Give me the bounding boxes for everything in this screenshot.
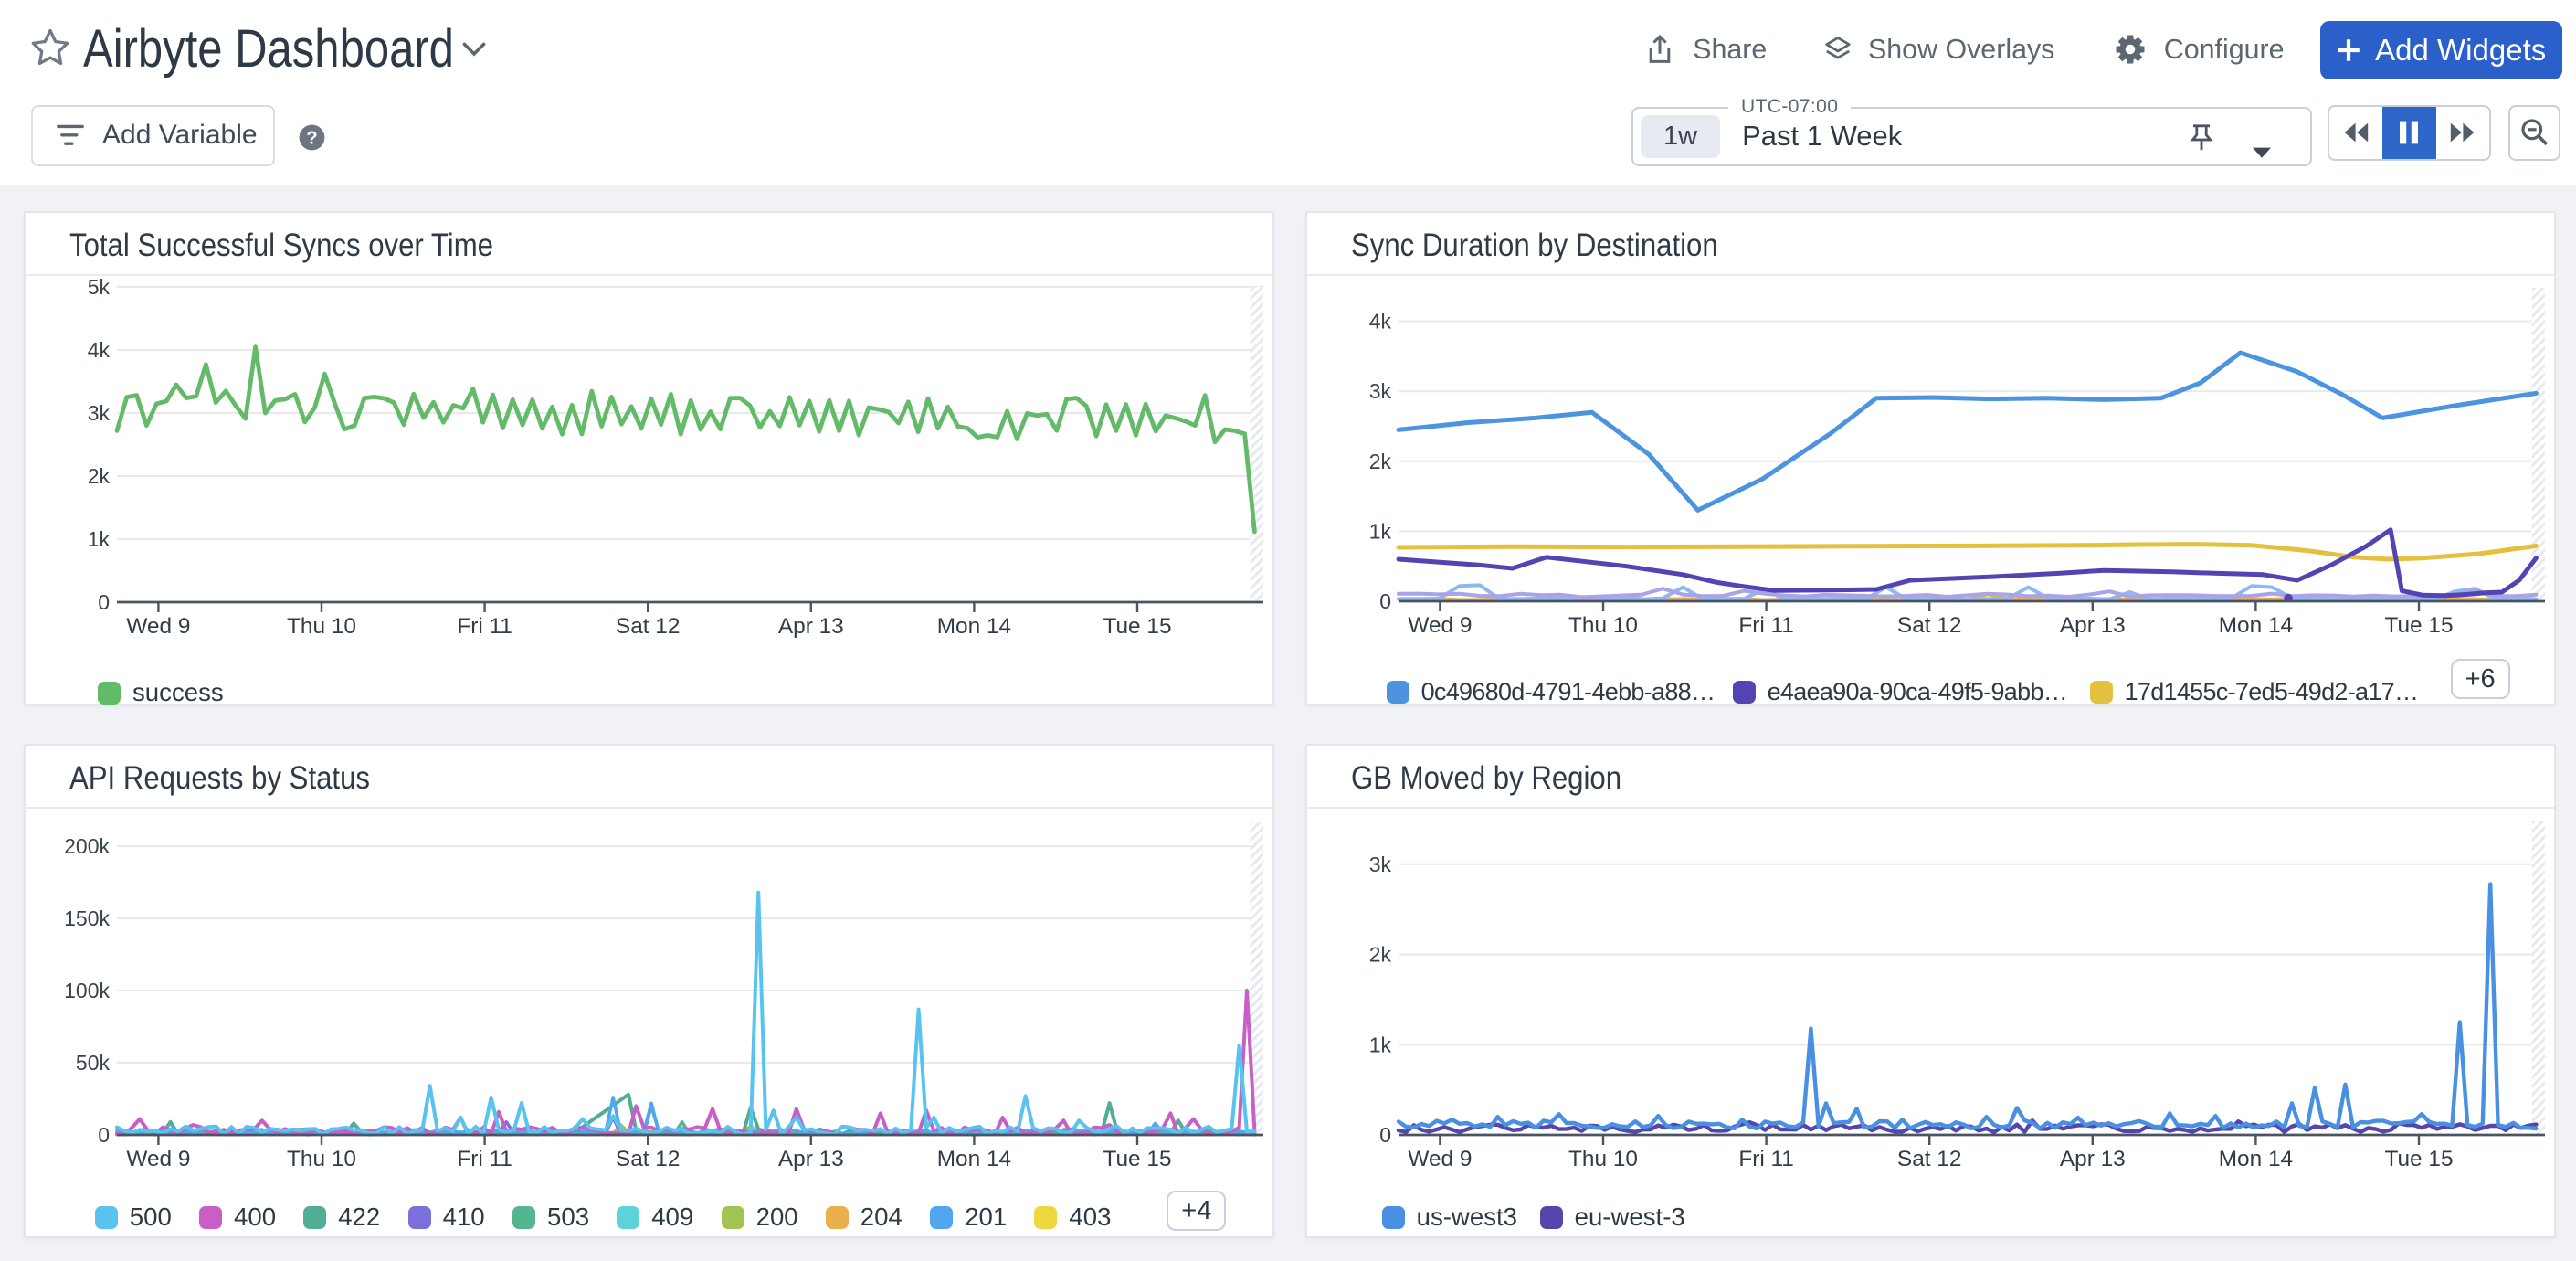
svg-text:Tue 15: Tue 15 <box>1103 1147 1171 1171</box>
svg-text:Fri 11: Fri 11 <box>1738 1147 1794 1171</box>
svg-text:Sat 12: Sat 12 <box>1897 613 1962 638</box>
svg-text:3k: 3k <box>1368 379 1391 403</box>
svg-text:Apr 13: Apr 13 <box>2059 613 2125 638</box>
svg-text:Sat 12: Sat 12 <box>616 614 681 639</box>
svg-text:Apr 13: Apr 13 <box>778 614 844 639</box>
svg-text:Tue 15: Tue 15 <box>1103 614 1171 639</box>
svg-text:Fri 11: Fri 11 <box>457 614 512 639</box>
svg-text:3k: 3k <box>1368 853 1391 876</box>
svg-text:Fri 11: Fri 11 <box>1738 613 1794 638</box>
svg-text:Thu 10: Thu 10 <box>1568 1147 1638 1171</box>
svg-text:4k: 4k <box>1368 310 1391 334</box>
svg-text:Apr 13: Apr 13 <box>778 1147 844 1171</box>
svg-text:0: 0 <box>1379 589 1391 613</box>
svg-text:Sat 12: Sat 12 <box>616 1147 681 1171</box>
svg-text:Thu 10: Thu 10 <box>287 1147 356 1171</box>
svg-text:1k: 1k <box>1368 519 1391 543</box>
svg-text:Fri 11: Fri 11 <box>457 1147 512 1171</box>
svg-text:0: 0 <box>1379 1123 1391 1147</box>
svg-text:50k: 50k <box>76 1051 111 1075</box>
svg-text:Thu 10: Thu 10 <box>287 614 356 639</box>
svg-text:Thu 10: Thu 10 <box>1568 613 1638 638</box>
svg-text:Tue 15: Tue 15 <box>2384 613 2453 638</box>
svg-text:2k: 2k <box>1368 450 1391 473</box>
svg-text:Wed 9: Wed 9 <box>1408 613 1472 638</box>
svg-text:150k: 150k <box>64 906 110 930</box>
svg-text:Apr 13: Apr 13 <box>2059 1147 2125 1171</box>
svg-text:100k: 100k <box>64 979 110 1002</box>
svg-text:2k: 2k <box>88 464 111 488</box>
svg-text:3k: 3k <box>88 401 111 425</box>
svg-text:Wed 9: Wed 9 <box>1408 1147 1472 1171</box>
svg-text:Mon 14: Mon 14 <box>937 1147 1011 1171</box>
svg-text:Mon 14: Mon 14 <box>2218 1147 2292 1171</box>
svg-text:0: 0 <box>98 590 110 614</box>
svg-text:Wed 9: Wed 9 <box>126 1147 190 1171</box>
svg-text:Wed 9: Wed 9 <box>126 614 190 639</box>
svg-text:0: 0 <box>98 1123 110 1147</box>
svg-text:?: ? <box>306 128 317 148</box>
svg-text:Sat 12: Sat 12 <box>1897 1147 1962 1171</box>
svg-text:200k: 200k <box>64 834 110 858</box>
svg-text:Mon 14: Mon 14 <box>937 614 1011 639</box>
svg-text:2k: 2k <box>1368 943 1391 967</box>
svg-text:1k: 1k <box>1368 1033 1391 1056</box>
svg-text:Mon 14: Mon 14 <box>2218 613 2292 638</box>
svg-text:5k: 5k <box>88 275 111 299</box>
svg-text:1k: 1k <box>88 527 111 551</box>
svg-text:Tue 15: Tue 15 <box>2384 1147 2453 1171</box>
svg-text:4k: 4k <box>88 338 111 362</box>
